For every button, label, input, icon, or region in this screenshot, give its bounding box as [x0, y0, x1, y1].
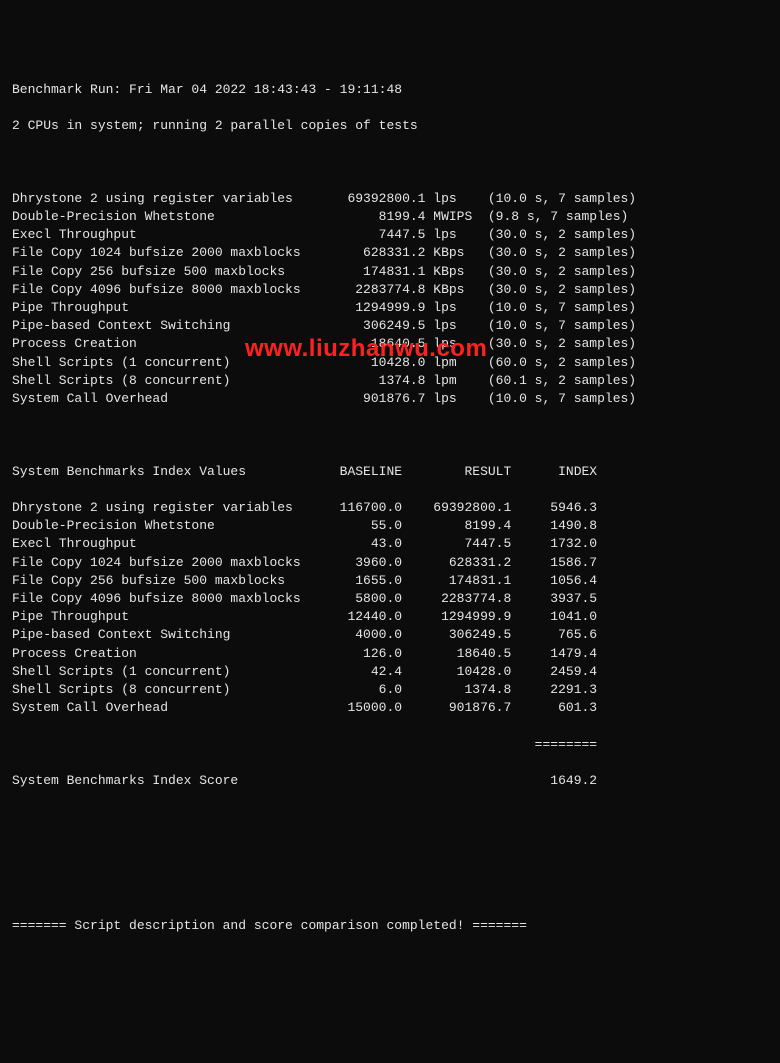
- result-row: File Copy 1024 bufsize 2000 maxblocks 62…: [12, 244, 768, 262]
- blank-line: [12, 845, 768, 863]
- result-row: Pipe-based Context Switching 306249.5 lp…: [12, 317, 768, 335]
- index-row: File Copy 256 bufsize 500 maxblocks 1655…: [12, 572, 768, 590]
- index-row: Double-Precision Whetstone 55.0 8199.4 1…: [12, 517, 768, 535]
- index-header: System Benchmarks Index Values BASELINE …: [12, 463, 768, 481]
- index-row: Pipe Throughput 12440.0 1294999.9 1041.0: [12, 608, 768, 626]
- index-separator: ========: [12, 736, 768, 754]
- blank-line: [12, 881, 768, 899]
- result-row: Pipe Throughput 1294999.9 lps (10.0 s, 7…: [12, 299, 768, 317]
- benchmark-run-line: Benchmark Run: Fri Mar 04 2022 18:43:43 …: [12, 81, 768, 99]
- blank-line: [12, 426, 768, 444]
- result-row: File Copy 256 bufsize 500 maxblocks 1748…: [12, 263, 768, 281]
- index-row: Process Creation 126.0 18640.5 1479.4: [12, 645, 768, 663]
- index-row: Shell Scripts (8 concurrent) 6.0 1374.8 …: [12, 681, 768, 699]
- result-row: System Call Overhead 901876.7 lps (10.0 …: [12, 390, 768, 408]
- result-row: Execl Throughput 7447.5 lps (30.0 s, 2 s…: [12, 226, 768, 244]
- result-row: Double-Precision Whetstone 8199.4 MWIPS …: [12, 208, 768, 226]
- index-row: File Copy 4096 bufsize 8000 maxblocks 58…: [12, 590, 768, 608]
- score-line: System Benchmarks Index Score 1649.2: [12, 772, 768, 790]
- index-row: Pipe-based Context Switching 4000.0 3062…: [12, 626, 768, 644]
- result-row: Shell Scripts (1 concurrent) 10428.0 lpm…: [12, 354, 768, 372]
- index-row: System Call Overhead 15000.0 901876.7 60…: [12, 699, 768, 717]
- results-block: Dhrystone 2 using register variables 693…: [12, 190, 768, 408]
- index-row: Dhrystone 2 using register variables 116…: [12, 499, 768, 517]
- blank-line: [12, 154, 768, 172]
- result-row: Shell Scripts (8 concurrent) 1374.8 lpm …: [12, 372, 768, 390]
- result-row: Process Creation 18640.5 lps (30.0 s, 2 …: [12, 335, 768, 353]
- index-block: Dhrystone 2 using register variables 116…: [12, 499, 768, 717]
- index-row: File Copy 1024 bufsize 2000 maxblocks 39…: [12, 554, 768, 572]
- index-row: Shell Scripts (1 concurrent) 42.4 10428.…: [12, 663, 768, 681]
- blank-line: [12, 808, 768, 826]
- footer-line: ======= Script description and score com…: [12, 917, 768, 935]
- index-row: Execl Throughput 43.0 7447.5 1732.0: [12, 535, 768, 553]
- cpu-info-line: 2 CPUs in system; running 2 parallel cop…: [12, 117, 768, 135]
- result-row: File Copy 4096 bufsize 8000 maxblocks 22…: [12, 281, 768, 299]
- result-row: Dhrystone 2 using register variables 693…: [12, 190, 768, 208]
